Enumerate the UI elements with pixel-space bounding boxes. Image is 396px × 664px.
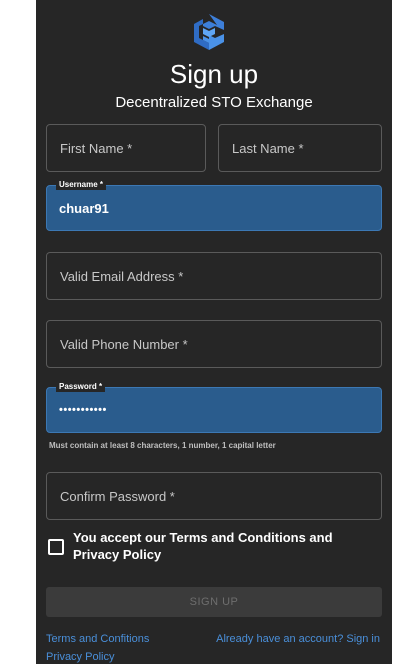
last-name-placeholder: Last Name * <box>232 140 304 156</box>
terms-checkbox-label[interactable]: You accept our Terms and Conditions and … <box>73 529 373 563</box>
first-name-placeholder: First Name * <box>60 140 133 156</box>
email-field[interactable]: Valid Email Address * <box>46 252 382 300</box>
confirm-password-field[interactable]: Confirm Password * <box>46 472 382 520</box>
phone-field[interactable]: Valid Phone Number * <box>46 320 382 368</box>
sign-in-link[interactable]: Already have an account? Sign in <box>216 632 380 646</box>
page-subtitle: Decentralized STO Exchange <box>115 94 313 111</box>
last-name-field[interactable]: Last Name * <box>218 124 382 172</box>
email-placeholder: Valid Email Address * <box>60 268 184 284</box>
sign-up-button[interactable]: SIGN UP <box>46 587 382 617</box>
signup-panel: Sign up Decentralized STO Exchange First… <box>36 0 392 664</box>
password-value: ••••••••••• <box>59 404 107 416</box>
page-title: Sign up <box>169 59 259 89</box>
password-hint: Must contain at least 8 characters, 1 nu… <box>49 441 276 450</box>
exchange-logo-icon <box>194 14 224 50</box>
phone-placeholder: Valid Phone Number * <box>60 336 188 352</box>
terms-link[interactable]: Terms and Confitions <box>46 632 149 646</box>
terms-checkbox[interactable] <box>48 539 64 555</box>
privacy-policy-link[interactable]: Privacy Policy <box>46 650 114 664</box>
username-value: chuar91 <box>59 200 109 216</box>
password-field[interactable]: Password * ••••••••••• <box>46 382 382 433</box>
terms-checkbox-row: You accept our Terms and Conditions and … <box>48 529 378 569</box>
username-field[interactable]: Username * chuar91 <box>46 180 382 231</box>
confirm-password-placeholder: Confirm Password * <box>60 488 175 504</box>
first-name-field[interactable]: First Name * <box>46 124 206 172</box>
